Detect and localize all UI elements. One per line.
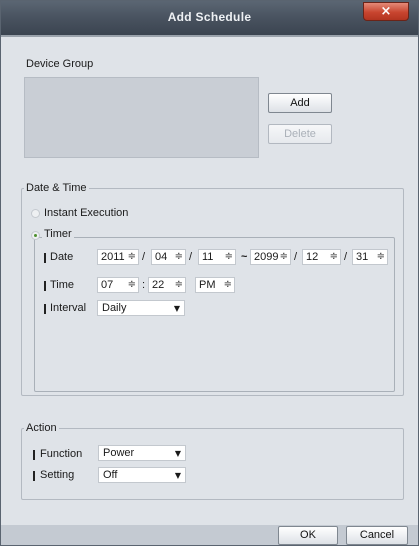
timer-radio[interactable]: [31, 231, 40, 240]
title-separator: [1, 35, 418, 37]
minute-spinner[interactable]: 22 ≑: [148, 277, 186, 293]
date-marker: [44, 253, 46, 263]
instant-execution-label: Instant Execution: [44, 207, 129, 219]
date-separator: /: [142, 251, 146, 263]
end-year-spinner[interactable]: 2099 ≑: [250, 249, 291, 265]
hour-value: 07: [101, 279, 114, 291]
ampm-spinner[interactable]: PM ≑: [195, 277, 235, 293]
ampm-value: PM: [199, 279, 216, 291]
function-label: Function: [40, 448, 83, 460]
spin-arrows-icon[interactable]: ≑: [175, 278, 183, 292]
interval-dropdown[interactable]: Daily ▼: [97, 300, 185, 316]
start-day-spinner[interactable]: 11 ≑: [198, 249, 236, 265]
start-year-value: 2011: [101, 251, 125, 263]
end-day-value: 31: [356, 251, 369, 263]
date-time-group-label: Date & Time: [24, 182, 89, 194]
chevron-down-icon: ▼: [173, 304, 180, 313]
spin-arrows-icon[interactable]: ≑: [225, 250, 233, 264]
minute-value: 22: [152, 279, 165, 291]
end-day-spinner[interactable]: 31 ≑: [352, 249, 388, 265]
spin-arrows-icon[interactable]: ≑: [377, 250, 385, 264]
spin-arrows-icon[interactable]: ≑: [224, 278, 232, 292]
interval-marker: [44, 304, 46, 314]
title-bar[interactable]: Add Schedule ×: [1, 1, 418, 35]
spin-arrows-icon[interactable]: ≑: [128, 250, 136, 264]
date-range-separator: ~: [241, 251, 248, 263]
function-dropdown[interactable]: Power ▼: [98, 445, 186, 461]
chevron-down-icon: ▼: [174, 471, 181, 480]
function-marker: [33, 450, 35, 460]
setting-label: Setting: [40, 469, 75, 481]
setting-value: Off: [103, 469, 118, 481]
end-month-value: 12: [306, 251, 319, 263]
interval-label: Interval: [50, 302, 87, 314]
start-month-spinner[interactable]: 04 ≑: [151, 249, 186, 265]
time-label: Time: [50, 279, 75, 291]
start-month-value: 04: [155, 251, 168, 263]
start-day-value: 11: [202, 251, 214, 263]
interval-value: Daily: [102, 302, 127, 314]
add-schedule-dialog: Add Schedule × Device Group Add Delete D…: [0, 0, 419, 546]
instant-execution-radio[interactable]: [31, 209, 40, 218]
time-marker: [44, 281, 46, 291]
spin-arrows-icon[interactable]: ≑: [330, 250, 338, 264]
timer-label: Timer: [42, 228, 74, 240]
setting-marker: [33, 471, 35, 481]
start-year-spinner[interactable]: 2011 ≑: [97, 249, 139, 265]
ok-button[interactable]: OK: [278, 526, 338, 545]
add-button[interactable]: Add: [268, 93, 332, 113]
close-icon: ×: [380, 4, 392, 19]
close-button[interactable]: ×: [363, 2, 409, 21]
device-group-label: Device Group: [26, 58, 94, 70]
time-separator: :: [142, 279, 146, 291]
end-year-value: 2099: [254, 251, 279, 263]
setting-dropdown[interactable]: Off ▼: [98, 467, 186, 483]
spin-arrows-icon[interactable]: ≑: [128, 278, 136, 292]
chevron-down-icon: ▼: [174, 449, 181, 458]
delete-button[interactable]: Delete: [268, 124, 332, 144]
dialog-title: Add Schedule: [167, 10, 252, 24]
spin-arrows-icon[interactable]: ≑: [175, 250, 183, 264]
end-month-spinner[interactable]: 12 ≑: [302, 249, 341, 265]
date-separator: /: [294, 251, 298, 263]
cancel-button[interactable]: Cancel: [346, 526, 408, 545]
function-value: Power: [103, 447, 135, 459]
date-label: Date: [50, 251, 74, 263]
hour-spinner[interactable]: 07 ≑: [97, 277, 139, 293]
date-separator: /: [344, 251, 348, 263]
spin-arrows-icon[interactable]: ≑: [280, 250, 288, 264]
date-separator: /: [189, 251, 193, 263]
device-group-list[interactable]: [24, 77, 259, 158]
action-frame: [21, 428, 404, 500]
action-group-label: Action: [24, 422, 59, 434]
